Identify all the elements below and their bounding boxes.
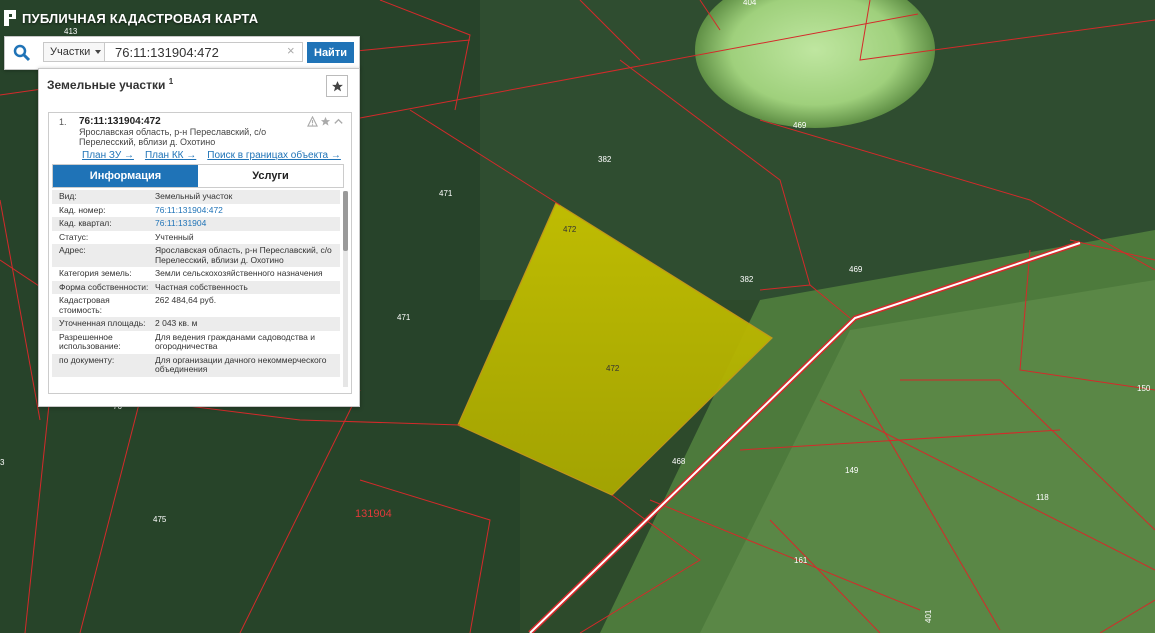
chevron-up-icon[interactable] [333,116,344,127]
svg-text:382: 382 [740,275,754,284]
category-select[interactable]: Участки [43,42,105,62]
table-row: Вид: Земельный участок [52,190,340,204]
svg-text:471: 471 [397,313,411,322]
info-table: Вид: Земельный участок Кад. номер: 76:11:1… [52,190,340,395]
search-input[interactable]: 76:11:131904:472 [105,42,303,62]
table-scrollbar[interactable] [343,191,348,387]
cad-number-link[interactable]: 76:11:131904:472 [155,205,340,216]
svg-text:475: 475 [153,515,167,524]
scrollbar-thumb[interactable] [343,191,348,251]
find-button[interactable]: Найти [307,42,354,63]
panel-title: Земельные участки 1 [47,77,174,92]
table-row: Уточненная площадь: 2 043 кв. м [52,317,340,331]
svg-text:468: 468 [672,457,686,466]
quarter-label: 131904 [355,508,392,520]
info-tabs: Информация Услуги [52,164,344,188]
link-search-in-bounds[interactable]: Поиск в границах объекта → [207,150,341,161]
svg-text:150: 150 [1137,384,1151,393]
svg-text:469: 469 [849,265,863,274]
svg-text:413: 413 [64,27,78,36]
cad-quarter-link[interactable]: 76:11:131904 [155,218,340,229]
table-row: Адрес: Ярославская область, р-н Переславс… [52,244,340,267]
svg-text:401: 401 [924,609,933,623]
result-count: 1 [168,77,174,86]
svg-text:404: 404 [743,0,757,7]
results-panel: Земельные участки 1 1. 76:11:131904:472 … [38,68,360,407]
table-row: Кад. номер: 76:11:131904:472 [52,203,340,217]
result-index: 1. [59,117,67,127]
table-row: Категория земель: Земли сельскохозяйствен… [52,267,340,281]
search-icon[interactable] [13,44,31,62]
svg-text:382: 382 [598,155,612,164]
warning-icon[interactable] [307,116,318,127]
search-bar: Участки 76:11:131904:472 × Найти [4,36,360,70]
star-icon [331,80,343,91]
logo-icon [4,10,16,26]
table-row: Форма собственности: Частная собственност… [52,280,340,294]
result-card[interactable]: 1. 76:11:131904:472 Ярославская область,… [48,112,352,394]
table-row: Статус: Учтенный [52,230,340,244]
chevron-down-icon [95,50,102,54]
result-address: Ярославская область, р-н Переславский, с… [79,127,267,147]
table-row: Разрешенное использование: Для ведения гр… [52,330,340,354]
svg-text:118: 118 [1036,493,1049,502]
tab-info[interactable]: Информация [53,165,198,187]
star-icon[interactable] [320,116,331,127]
tab-services[interactable]: Услуги [198,165,343,187]
svg-text:472: 472 [606,364,620,373]
table-row: Кадастровая стоимость: 262 484,64 руб. [52,294,340,317]
svg-text:471: 471 [439,189,453,198]
app-title: ПУБЛИЧНАЯ КАДАСТРОВАЯ КАРТА [22,10,259,26]
link-plan-kk[interactable]: План КК → [145,150,196,161]
table-row: Кад. квартал: 76:11:131904 [52,217,340,231]
result-links: План ЗУ → План КК → Поиск в границах объ… [82,150,341,161]
svg-text:149: 149 [845,466,859,475]
result-actions [307,116,344,127]
svg-text:469: 469 [793,121,807,130]
svg-text:472: 472 [563,225,577,234]
clear-icon[interactable]: × [287,43,295,58]
svg-text:161: 161 [794,556,808,565]
svg-text:3: 3 [0,458,5,467]
result-cad-number[interactable]: 76:11:131904:472 [79,116,161,127]
link-plan-zu[interactable]: План ЗУ → [82,150,134,161]
favorite-button[interactable] [326,75,348,97]
table-row: по документу: Для организации дачного нек… [52,353,340,377]
app-titlebar: ПУБЛИЧНАЯ КАДАСТРОВАЯ КАРТА [4,8,258,28]
category-select-label: Участки [50,46,91,58]
